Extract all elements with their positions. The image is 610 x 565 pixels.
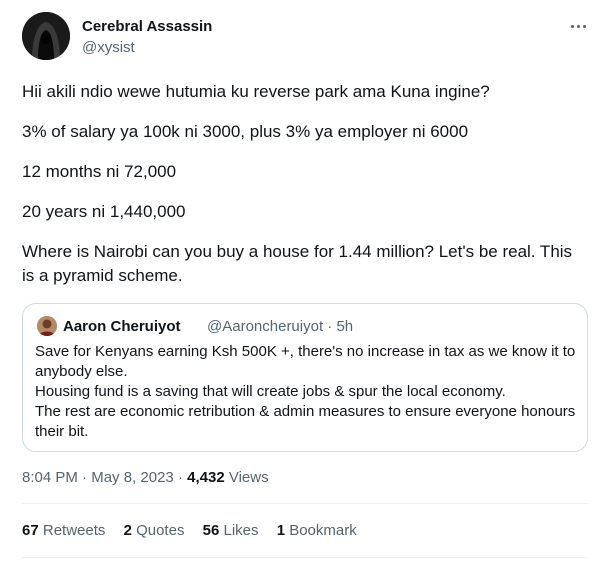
quotes-stat[interactable]: 2 Quotes	[124, 522, 185, 539]
divider	[22, 557, 588, 558]
tweet-card: Cerebral Assassin @xysist Hii akili ndio…	[0, 0, 610, 565]
quoted-tweet[interactable]: Aaron Cheruiyot @Aaroncheruiyot · 5h Sav…	[22, 303, 588, 452]
quoted-author-handle[interactable]: @Aaroncheruiyot	[207, 318, 323, 335]
quoted-time[interactable]: 5h	[336, 318, 353, 335]
quotes-label: Quotes	[136, 522, 185, 539]
retweets-label: Retweets	[42, 522, 106, 539]
views-count: 4,432	[187, 469, 225, 486]
tweet-text-line: Where is Nairobi can you buy a house for…	[22, 242, 573, 285]
separator: ·	[327, 318, 333, 335]
author-handle[interactable]: @xysist	[82, 39, 135, 56]
likes-stat[interactable]: 56 Likes	[203, 522, 259, 539]
likes-label: Likes	[223, 522, 259, 539]
tweet-date[interactable]: May 8, 2023	[91, 469, 174, 486]
views-label: Views	[228, 469, 269, 486]
hooded-figure-icon	[22, 12, 70, 60]
quoted-text-line: The rest are economic retribution & admi…	[35, 403, 576, 440]
tweet-text-line: 3% of salary ya 100k ni 3000, plus 3% ya…	[22, 122, 469, 141]
quoted-text-line: Save for Kenyans earning Ksh 500K +, the…	[35, 343, 576, 380]
tweet-text-line: Hii akili ndio wewe hutumia ku reverse p…	[22, 82, 490, 101]
tweet-time[interactable]: 8:04 PM	[22, 469, 78, 486]
tweet-text-line: 20 years ni 1,440,000	[22, 202, 186, 221]
bookmarks-label: Bookmark	[289, 522, 357, 539]
bookmarks-stat[interactable]: 1 Bookmark	[277, 522, 357, 539]
quoted-author-name[interactable]: Aaron Cheruiyot	[63, 318, 181, 335]
engagement-stats: 67 Retweets 2 Quotes 56 Likes 1 Bookmark	[22, 522, 371, 539]
tweet-meta: 8:04 PM · May 8, 2023 · 4,432 Views	[22, 469, 269, 486]
likes-count: 56	[202, 522, 220, 539]
more-dots-icon[interactable]	[567, 14, 591, 38]
divider	[22, 503, 588, 504]
retweets-stat[interactable]: 67 Retweets	[22, 522, 105, 539]
tweet-text-line: 12 months ni 72,000	[22, 162, 177, 181]
quoted-text-line: Housing fund is a saving that will creat…	[35, 383, 506, 400]
quoted-author-avatar[interactable]	[37, 316, 57, 336]
bookmarks-count: 1	[276, 522, 286, 539]
separator: ·	[82, 469, 88, 486]
author-avatar[interactable]	[22, 12, 70, 60]
quoted-author-meta: @Aaroncheruiyot · 5h	[207, 318, 353, 335]
quoted-text: Save for Kenyans earning Ksh 500K +, the…	[35, 342, 580, 442]
retweets-count: 67	[22, 522, 39, 539]
separator: ·	[177, 469, 183, 486]
person-avatar-icon	[37, 316, 57, 336]
quotes-count: 2	[123, 522, 132, 539]
author-name[interactable]: Cerebral Assassin	[82, 18, 212, 35]
